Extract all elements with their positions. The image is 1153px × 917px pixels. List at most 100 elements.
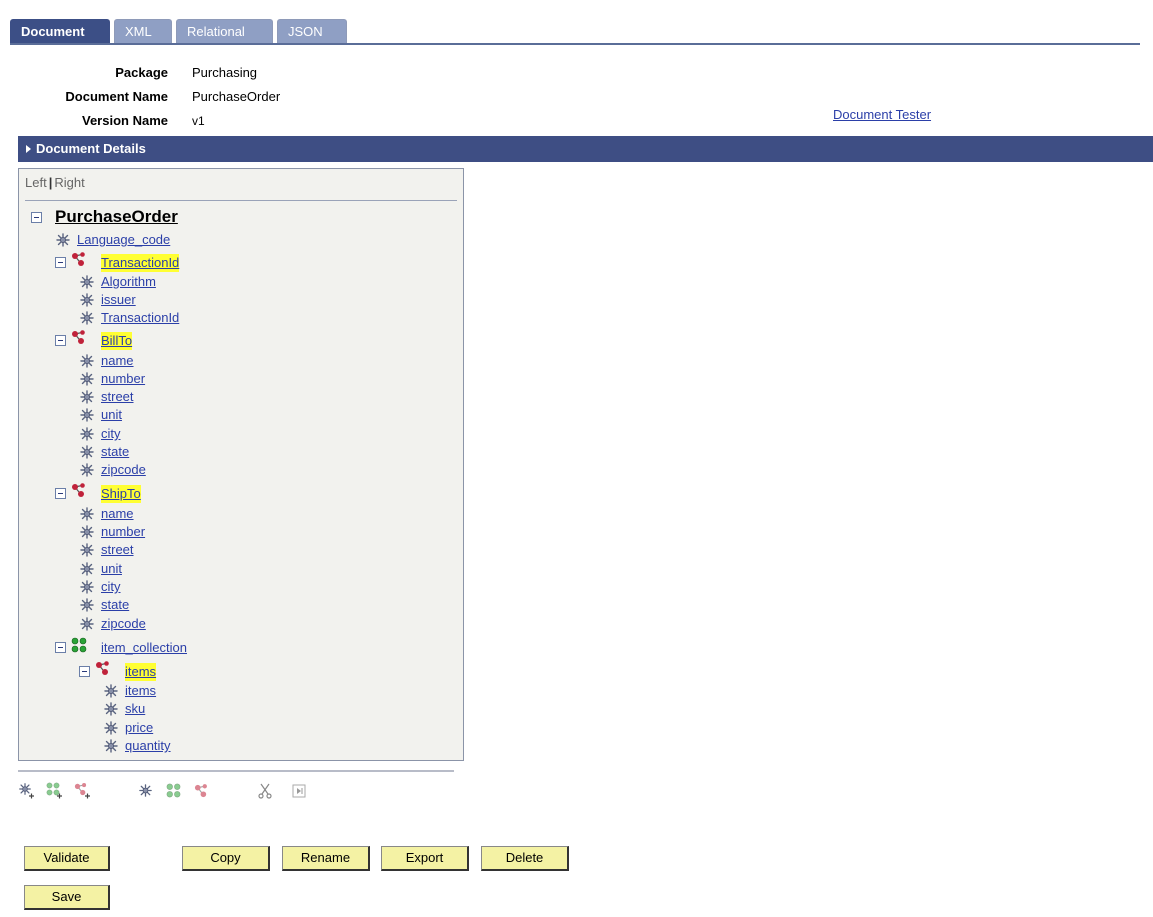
tree-node: issuer: [19, 291, 459, 309]
document-name-label: Document Name: [65, 89, 168, 104]
tree-node-link[interactable]: state: [101, 596, 129, 614]
primitive-element-icon: [79, 444, 95, 460]
tree-node: state: [19, 443, 459, 461]
tree-node-link[interactable]: TransactionId: [101, 309, 179, 327]
tree-node-link[interactable]: sku: [125, 700, 145, 718]
primitive-element-icon: [79, 310, 95, 326]
primitive-element-icon: [103, 701, 119, 717]
tree-node: name: [19, 352, 459, 370]
cut-scissors-icon[interactable]: [256, 782, 274, 800]
tree-node: street: [19, 541, 459, 559]
tree-node-link[interactable]: street: [101, 541, 134, 559]
tree-node: unit: [19, 406, 459, 424]
tree-node: TransactionId: [19, 309, 459, 327]
tree-node: Algorithm: [19, 273, 459, 291]
left-view-link[interactable]: Left: [25, 175, 47, 190]
primitive-element-icon: [79, 389, 95, 405]
tree-node-link[interactable]: issuer: [101, 291, 136, 309]
tree-node-link[interactable]: number: [101, 523, 145, 541]
compound-element-icon: [71, 329, 87, 345]
tree-node-link[interactable]: name: [101, 505, 134, 523]
tree-node-link[interactable]: zipcode: [101, 615, 146, 633]
tree-node: TransactionId: [19, 254, 459, 272]
document-details-label: Document Details: [36, 141, 146, 156]
tree-node-link[interactable]: items: [125, 682, 156, 700]
tab-xml[interactable]: XML: [114, 19, 172, 43]
tree-node: ShipTo: [19, 485, 459, 503]
document-tester-link[interactable]: Document Tester: [833, 107, 931, 122]
tree-node-link[interactable]: unit: [101, 406, 122, 424]
tree-node-link[interactable]: BillTo: [101, 332, 133, 350]
tree-node-link[interactable]: name: [101, 352, 134, 370]
primitive-element-icon: [79, 597, 95, 613]
version-name-row: Version Name v1: [0, 112, 600, 130]
tree-node-link[interactable]: TransactionId: [101, 254, 180, 272]
tree-node: city: [19, 578, 459, 596]
tree-node-link[interactable]: zipcode: [101, 461, 146, 479]
primitive-element-icon: [79, 579, 95, 595]
tab-json[interactable]: JSON: [277, 19, 347, 43]
collapse-icon[interactable]: [55, 335, 66, 346]
primitive-element-icon: [79, 371, 95, 387]
primitive-element-icon: [79, 524, 95, 540]
tree-node-link[interactable]: Algorithm: [101, 273, 156, 291]
add-sibling-compound-icon[interactable]: [193, 782, 211, 800]
add-sibling-element-icon[interactable]: [137, 782, 155, 800]
tree-node-link[interactable]: unit: [101, 560, 122, 578]
panel-divider: [25, 200, 457, 201]
save-button[interactable]: Save: [24, 885, 110, 910]
tree-node-link[interactable]: price: [125, 719, 153, 737]
document-name-row: Document Name PurchaseOrder: [0, 88, 600, 106]
rename-button[interactable]: Rename: [282, 846, 370, 871]
tab-document[interactable]: Document: [10, 19, 110, 43]
tree-node-link[interactable]: number: [101, 370, 145, 388]
tree-node-link[interactable]: city: [101, 425, 121, 443]
tree-node-link[interactable]: state: [101, 443, 129, 461]
primitive-element-icon: [79, 353, 95, 369]
add-child-element-icon[interactable]: [18, 782, 36, 800]
collapse-icon[interactable]: [55, 257, 66, 268]
add-sibling-collection-icon[interactable]: [165, 782, 183, 800]
add-child-compound-icon[interactable]: [74, 782, 92, 800]
compound-element-icon: [71, 482, 87, 498]
document-details-toggle[interactable]: Document Details: [18, 136, 1153, 162]
primitive-element-icon: [55, 232, 71, 248]
tree-node-link[interactable]: city: [101, 578, 121, 596]
document-tree-panel: Left | Right PurchaseOrder Language_code T…: [18, 168, 464, 761]
compound-element-icon: [95, 660, 111, 676]
tree-node-link[interactable]: Language_code: [77, 231, 170, 249]
document-name-value: PurchaseOrder: [192, 89, 281, 104]
add-child-collection-icon[interactable]: [46, 782, 64, 800]
tree-node: sku: [19, 700, 459, 718]
root-element-link[interactable]: PurchaseOrder: [55, 208, 178, 226]
tree-node: zipcode: [19, 615, 459, 633]
primitive-element-icon: [79, 426, 95, 442]
tree-node-link[interactable]: ShipTo: [101, 485, 141, 503]
tab-relational[interactable]: Relational: [176, 19, 273, 43]
collapse-icon[interactable]: [79, 666, 90, 677]
tree-node: items: [19, 682, 459, 700]
tree-node: unit: [19, 560, 459, 578]
tree-node-link[interactable]: street: [101, 388, 134, 406]
primitive-element-icon: [79, 274, 95, 290]
collapse-icon[interactable]: [55, 488, 66, 499]
delete-button[interactable]: Delete: [481, 846, 569, 871]
tree-node: quantity: [19, 737, 459, 755]
primitive-element-icon: [79, 561, 95, 577]
primitive-element-icon: [79, 407, 95, 423]
collapse-icon[interactable]: [55, 642, 66, 653]
tree-node-link[interactable]: items: [125, 663, 157, 681]
tab-bar: Document XML Relational JSON: [10, 19, 1140, 45]
export-button[interactable]: Export: [381, 846, 469, 871]
validate-button[interactable]: Validate: [24, 846, 110, 871]
primitive-element-icon: [103, 683, 119, 699]
collapse-root-icon[interactable]: [31, 212, 42, 223]
copy-button[interactable]: Copy: [182, 846, 270, 871]
right-view-link[interactable]: Right: [54, 175, 84, 190]
paste-icon[interactable]: [290, 782, 308, 800]
primitive-element-icon: [79, 506, 95, 522]
tree-node-link[interactable]: quantity: [125, 737, 171, 755]
primitive-element-icon: [103, 720, 119, 736]
tree-node-link[interactable]: item_collection: [101, 639, 187, 657]
package-label: Package: [115, 65, 168, 80]
